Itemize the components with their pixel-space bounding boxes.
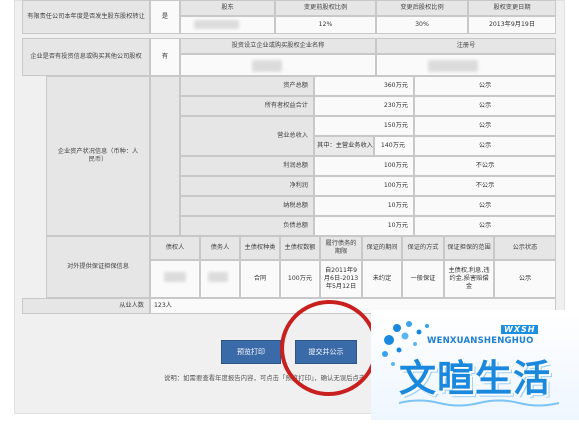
guarantee-status: 公示 — [494, 260, 556, 298]
asset-name-total-assets: 资产总额 — [180, 76, 314, 96]
logo-chinese: 文暄生活 — [399, 357, 551, 400]
logo-english: WENXUANSHENGHUO — [427, 336, 534, 346]
guarantee-col-scope: 保证担保的范围 — [444, 236, 494, 260]
equity-col-after: 变更后股权比例 — [376, 0, 468, 16]
guarantee-period: 未约定 — [362, 260, 402, 298]
asset-status-revenue: 公示 — [414, 116, 556, 136]
guarantee-amount: 100万元 — [280, 260, 320, 298]
guarantee-col-method: 保证的方式 — [402, 236, 444, 260]
assets-label: 企业资产状况信息（币种：人民币） — [46, 76, 150, 236]
employees-label: 从业人数 — [22, 298, 150, 314]
asset-value-total-assets: 360万元 — [314, 76, 414, 96]
asset-value-equity: 230万元 — [314, 96, 414, 116]
asset-name-profit: 利润总额 — [180, 156, 314, 176]
guarantee-col-status: 公示状态 — [494, 236, 556, 260]
logo-badge: WXSH — [501, 325, 539, 334]
asset-status-tax: 公示 — [414, 196, 556, 216]
equity-col-date: 股权变更日期 — [468, 0, 556, 16]
guarantee-type: 合同 — [240, 260, 280, 298]
redacted-debtor — [208, 272, 228, 282]
assets-spacer — [150, 76, 180, 236]
asset-name-equity: 所有者权益合计 — [180, 96, 314, 116]
redacted-shareholder — [194, 20, 239, 29]
asset-value-net-profit: 100万元 — [314, 176, 414, 196]
guarantee-term: 自2011年9月6日-2013年5月12日 — [320, 260, 362, 298]
equity-date-value: 2013年9月19日 — [468, 16, 556, 34]
equity-before-value: 12% — [275, 16, 376, 34]
asset-name-liabilities: 负债总额 — [180, 216, 314, 236]
asset-status-equity: 公示 — [414, 96, 556, 116]
watermark-logo: WXSH WENXUANSHENGHUO 文暄生活 — [371, 310, 579, 420]
guarantee-method: 一般保证 — [402, 260, 444, 298]
asset-status-liabilities: 公示 — [414, 216, 556, 236]
guarantee-col-period: 保证的期间 — [362, 236, 402, 260]
asset-value-tax: 10万元 — [314, 196, 414, 216]
asset-value-revenue: 150万元 — [314, 116, 414, 136]
asset-status-main-revenue: 公示 — [414, 136, 556, 156]
asset-value-profit: 100万元 — [314, 156, 414, 176]
redacted-investment-name — [252, 60, 282, 72]
equity-transfer-answer: 是 — [150, 0, 180, 34]
investment-label: 企业是否有投资信息或购买其他公司股权 — [22, 38, 150, 76]
equity-col-shareholder: 股东 — [180, 0, 275, 16]
guarantee-col-amount: 主债权数额 — [280, 236, 320, 260]
guarantee-scope: 主债权,利息,违约金,损害赔偿金 — [444, 260, 494, 298]
guarantee-col-creditor: 债权人 — [150, 236, 200, 260]
investment-answer: 有 — [150, 38, 180, 76]
asset-name-net-profit: 净利润 — [180, 176, 314, 196]
equity-transfer-label: 有限责任公司本年度是否发生股东股权转让 — [22, 0, 150, 34]
asset-value-liabilities: 10万元 — [314, 216, 414, 236]
asset-status-profit: 不公示 — [414, 156, 556, 176]
guarantee-col-term: 履行债务的期限 — [320, 236, 362, 260]
redacted-regno — [428, 60, 478, 72]
asset-value-main-revenue: 140万元 — [374, 136, 414, 156]
equity-col-before: 变更前股权比例 — [275, 0, 376, 16]
investment-col-regno: 注册号 — [376, 38, 556, 54]
asset-name-tax: 纳税总额 — [180, 196, 314, 216]
wave-icon — [399, 399, 559, 407]
redacted-creditor — [164, 272, 186, 282]
asset-status-net-profit: 不公示 — [414, 176, 556, 196]
guarantee-col-debtor: 债务人 — [200, 236, 240, 260]
investment-col-name: 投资设立企业或购买股权企业名称 — [180, 38, 376, 54]
asset-status-total-assets: 公示 — [414, 76, 556, 96]
preview-print-button[interactable]: 预览打印 — [221, 340, 281, 364]
asset-name-main-revenue: 其中：主营业务收入 — [314, 136, 374, 156]
guarantee-col-type: 主债权种类 — [240, 236, 280, 260]
asset-name-revenue: 营业总收入 — [180, 116, 314, 156]
guarantee-label: 对外提供保证担保信息 — [46, 236, 150, 298]
equity-after-value: 30% — [376, 16, 468, 34]
